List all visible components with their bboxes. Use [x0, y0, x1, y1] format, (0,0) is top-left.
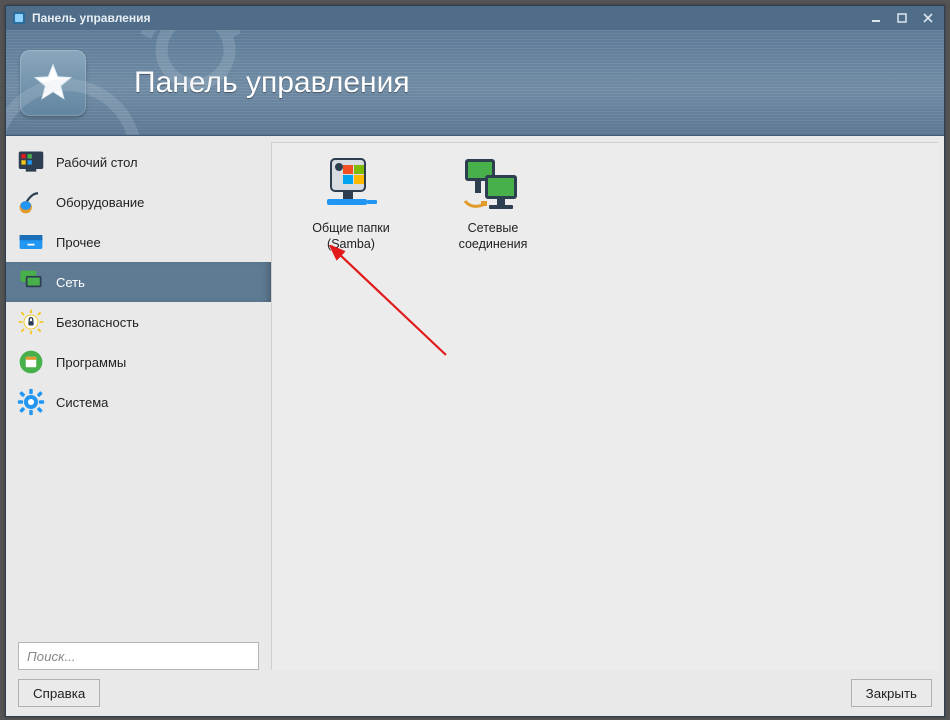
search-input[interactable] [18, 642, 259, 670]
sidebar-item-software[interactable]: Программы [6, 342, 271, 382]
sidebar-item-network[interactable]: Сеть [6, 262, 271, 302]
app-label-line2: (Samba) [296, 237, 406, 253]
app-label-line1: Общие папки [296, 221, 406, 237]
close-dialog-button[interactable]: Закрыть [851, 679, 932, 707]
sidebar-item-misc[interactable]: Прочее [6, 222, 271, 262]
footer: Справка Закрыть [6, 670, 944, 716]
sidebar-item-label: Оборудование [56, 195, 144, 210]
banner-title: Панель управления [134, 66, 410, 100]
banner: Панель управления [6, 30, 944, 136]
app-grid: Общие папки (Samba) [272, 143, 938, 266]
help-button[interactable]: Справка [18, 679, 100, 707]
close-button[interactable] [918, 10, 938, 26]
sidebar-item-label: Прочее [56, 235, 101, 250]
lock-sun-icon [16, 307, 46, 337]
sidebar-item-system[interactable]: Система [6, 382, 271, 422]
mouse-icon [16, 187, 46, 217]
sidebar-item-label: Безопасность [56, 315, 139, 330]
drawer-icon [16, 227, 46, 257]
network-connections-icon [461, 157, 525, 213]
sidebar-item-security[interactable]: Безопасность [6, 302, 271, 342]
main-panel: Общие папки (Samba) [271, 142, 938, 670]
titlebar: Панель управления [6, 6, 944, 30]
sidebar-list: Рабочий стол Оборудование [6, 142, 271, 632]
star-badge-icon [20, 50, 86, 116]
app-icon [12, 11, 26, 25]
sidebar-item-label: Сеть [56, 275, 85, 290]
network-icon [16, 267, 46, 297]
sidebar-item-label: Программы [56, 355, 126, 370]
sidebar-item-desktop[interactable]: Рабочий стол [6, 142, 271, 182]
sidebar-item-hardware[interactable]: Оборудование [6, 182, 271, 222]
body: Рабочий стол Оборудование [6, 136, 944, 670]
sidebar-item-label: Рабочий стол [56, 155, 138, 170]
gear-icon [16, 387, 46, 417]
window-title: Панель управления [32, 11, 150, 25]
app-network-connections[interactable]: Сетевые соединения [438, 157, 548, 252]
samba-icon [319, 157, 383, 213]
app-samba-shares[interactable]: Общие папки (Samba) [296, 157, 406, 252]
sidebar-item-label: Система [56, 395, 108, 410]
app-label-line1: Сетевые [438, 221, 548, 237]
search-wrap [6, 632, 271, 670]
box-icon [16, 347, 46, 377]
minimize-button[interactable] [866, 10, 886, 26]
maximize-button[interactable] [892, 10, 912, 26]
sidebar: Рабочий стол Оборудование [6, 136, 271, 670]
app-label-line2: соединения [438, 237, 548, 253]
control-panel-window: Панель управления Панель управления [5, 5, 945, 717]
desktop-icon [16, 147, 46, 177]
